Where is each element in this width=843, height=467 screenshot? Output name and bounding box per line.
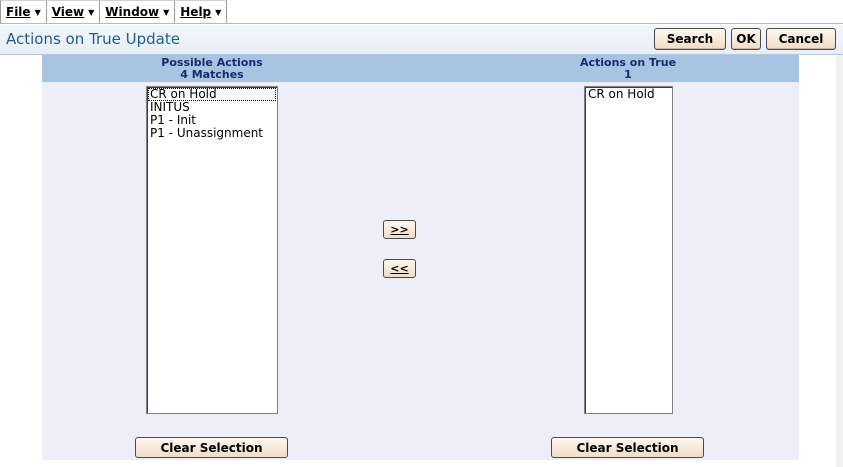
clear-selection-left-button[interactable]: Clear Selection <box>135 437 288 458</box>
actions-on-true-count: 1 <box>624 68 632 81</box>
possible-actions-header: Possible Actions 4 Matches <box>150 57 274 81</box>
list-option[interactable]: P1 - Unassignment <box>147 127 277 140</box>
cancel-button[interactable]: Cancel <box>766 28 836 50</box>
dropdown-arrow-icon: ▼ <box>88 7 95 17</box>
menu-window[interactable]: Window ▼ <box>99 0 176 24</box>
menu-view[interactable]: View ▼ <box>45 0 101 24</box>
menu-window-label: Window <box>105 5 160 19</box>
menu-file[interactable]: File ▼ <box>0 0 47 24</box>
remove-selected-button[interactable]: << <box>383 259 416 278</box>
clear-selection-right-button[interactable]: Clear Selection <box>551 437 704 458</box>
right-edge <box>836 55 843 467</box>
dropdown-arrow-icon: ▼ <box>34 7 41 17</box>
menu-help-label: Help <box>180 5 212 19</box>
dropdown-arrow-icon: ▼ <box>163 7 170 17</box>
menu-bar: File ▼ View ▼ Window ▼ Help ▼ <box>0 0 228 24</box>
ok-button[interactable]: OK <box>731 28 761 50</box>
dropdown-arrow-icon: ▼ <box>215 7 222 17</box>
possible-actions-list[interactable]: CR on Hold INITUS P1 - Init P1 - Unassig… <box>146 86 278 414</box>
possible-actions-count: 4 Matches <box>180 68 244 81</box>
list-option[interactable]: CR on Hold <box>585 88 672 101</box>
actions-on-true-list[interactable]: CR on Hold <box>584 86 673 414</box>
menu-divider <box>0 23 843 24</box>
actions-on-true-header: Actions on True 1 <box>560 57 696 81</box>
menu-help[interactable]: Help ▼ <box>174 0 228 24</box>
search-button[interactable]: Search <box>654 28 726 50</box>
page-title: Actions on True Update <box>6 30 180 48</box>
add-selected-button[interactable]: >> <box>383 220 416 239</box>
menu-file-label: File <box>6 5 31 19</box>
menu-view-label: View <box>51 5 85 19</box>
